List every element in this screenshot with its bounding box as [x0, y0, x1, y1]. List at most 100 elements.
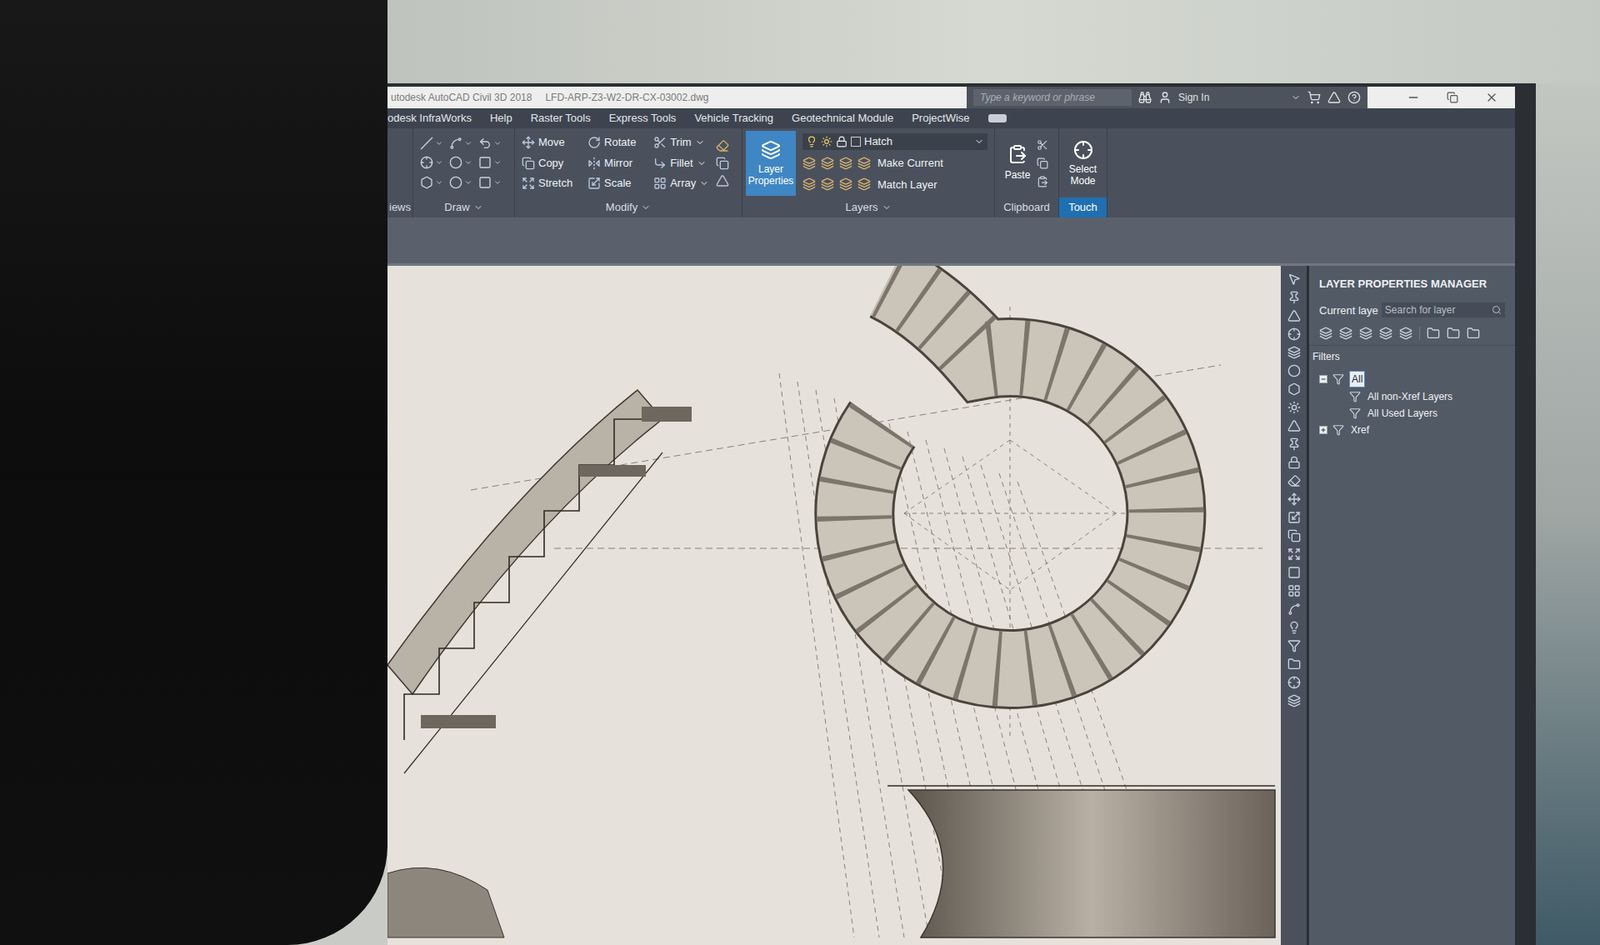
tree-item[interactable]: All Used Layers: [1319, 405, 1515, 421]
menu-item[interactable]: ProjectWise: [911, 110, 970, 127]
explode-icon[interactable]: [715, 156, 730, 170]
collapse-icon[interactable]: [1319, 375, 1328, 384]
select-mode-button[interactable]: Select Mode: [1059, 128, 1107, 198]
toolbar-tool-icon[interactable]: [1287, 400, 1301, 415]
layer-tool-icon[interactable]: [839, 156, 853, 170]
menu-item[interactable]: odesk InfraWorks: [387, 110, 472, 127]
panel-tool-icon[interactable]: [1319, 326, 1333, 340]
toolbar-tool-icon[interactable]: [1287, 602, 1301, 616]
cart-icon[interactable]: [1307, 90, 1321, 105]
draw-tool[interactable]: [449, 174, 479, 191]
erase-icon[interactable]: [715, 139, 730, 153]
layer-tool-icon[interactable]: [820, 177, 835, 191]
layer-action[interactable]: Make Current: [877, 155, 944, 172]
toolbar-tool-icon[interactable]: [1287, 657, 1301, 671]
menu-item[interactable]: Geotechnical Module: [791, 110, 894, 127]
warning-icon[interactable]: [1327, 90, 1341, 105]
panel-tool-icon[interactable]: [1339, 326, 1353, 340]
toolbar-tool-icon[interactable]: [1287, 364, 1301, 378]
layer-tool-icon[interactable]: [857, 177, 871, 191]
panel-tool-icon[interactable]: [1359, 326, 1373, 340]
toolbar-tool-icon[interactable]: [1287, 290, 1301, 305]
menu-item[interactable]: Raster Tools: [530, 110, 591, 127]
menu-item[interactable]: Express Tools: [609, 110, 677, 127]
help-icon[interactable]: [1347, 90, 1361, 105]
sign-in-button[interactable]: Sign In: [1178, 90, 1210, 105]
ribbon-group-label[interactable]: Modify: [515, 197, 742, 218]
modify-tool[interactable]: Copy: [521, 155, 578, 172]
toolbar-tool-icon[interactable]: [1287, 675, 1301, 690]
draw-tool[interactable]: [478, 174, 508, 191]
restore-icon[interactable]: [1446, 91, 1459, 104]
modify-tool[interactable]: Array: [653, 175, 710, 192]
toolbar-tool-icon[interactable]: [1287, 272, 1301, 286]
layer-dropdown[interactable]: Hatch: [802, 133, 988, 150]
layer-tool-icon[interactable]: [839, 177, 853, 191]
ribbon-group-label[interactable]: Draw: [413, 197, 515, 218]
close-icon[interactable]: [1485, 90, 1499, 105]
chevron-icon[interactable]: [1290, 92, 1301, 103]
panel-tool-icon[interactable]: [1399, 326, 1413, 340]
modify-tool[interactable]: Stretch: [521, 175, 578, 192]
ribbon-group-label[interactable]: Layers: [742, 197, 995, 218]
toolbar-tool-icon[interactable]: [1287, 309, 1301, 323]
draw-tool[interactable]: [478, 155, 508, 172]
toolbar-tool-icon[interactable]: [1287, 419, 1301, 433]
layer-tool-icon[interactable]: [820, 156, 835, 170]
toolbar-tool-icon[interactable]: [1287, 620, 1301, 635]
panel-tool-icon[interactable]: [1466, 326, 1480, 340]
menu-item[interactable]: Help: [490, 110, 513, 127]
toolbar-tool-icon[interactable]: [1287, 547, 1301, 561]
expand-icon[interactable]: [1319, 425, 1328, 435]
panel-tool-icon[interactable]: [1426, 326, 1440, 340]
paste-button[interactable]: Paste: [1005, 144, 1031, 183]
layer-properties-button[interactable]: Layer Properties: [745, 130, 796, 196]
draw-tool[interactable]: [420, 174, 450, 191]
tree-item[interactable]: Xref: [1319, 422, 1515, 438]
toolbar-tool-icon[interactable]: [1287, 529, 1301, 543]
modify-tool[interactable]: Move: [521, 134, 578, 151]
draw-tool[interactable]: [478, 135, 508, 152]
toolbar-tool-icon[interactable]: [1287, 345, 1301, 360]
tree-item[interactable]: All: [1319, 370, 1515, 388]
toolbar-tool-icon[interactable]: [1287, 565, 1301, 580]
toolbar-tool-icon[interactable]: [1287, 510, 1301, 525]
ribbon-group-label[interactable]: iews: [387, 197, 413, 218]
toolbar-tool-icon[interactable]: [1287, 327, 1301, 341]
minimize-icon[interactable]: [1406, 90, 1420, 105]
draw-tool[interactable]: [420, 155, 450, 172]
copy-icon[interactable]: [1036, 157, 1049, 170]
layer-tool-icon[interactable]: [857, 156, 871, 170]
draw-tool[interactable]: [449, 135, 479, 152]
offset-icon[interactable]: [715, 174, 730, 188]
layer-search-field[interactable]: Search for layer: [1381, 302, 1505, 318]
panel-tool-icon[interactable]: [1446, 326, 1460, 340]
panel-tool-icon[interactable]: [1379, 326, 1393, 340]
draw-tool[interactable]: [420, 135, 450, 152]
ribbon-group-label[interactable]: Clipboard: [995, 197, 1059, 218]
modify-tool[interactable]: Fillet: [653, 155, 710, 172]
layer-tool-icon[interactable]: [802, 177, 816, 191]
search-field[interactable]: Type a keyword or phrase: [973, 89, 1132, 106]
toolbar-tool-icon[interactable]: [1287, 584, 1301, 598]
match-icon[interactable]: [1036, 175, 1049, 188]
toolbar-tool-icon[interactable]: [1287, 474, 1301, 488]
modify-tool[interactable]: Scale: [587, 175, 644, 192]
modify-tool[interactable]: Rotate: [587, 134, 644, 151]
menu-item[interactable]: Vehicle Tracking: [694, 110, 774, 127]
toolbar-tool-icon[interactable]: [1287, 382, 1301, 396]
layer-tool-icon[interactable]: [802, 156, 816, 170]
layer-action[interactable]: Match Layer: [877, 176, 938, 194]
cut-icon[interactable]: [1036, 139, 1049, 151]
toolbar-tool-icon[interactable]: [1287, 437, 1301, 451]
ribbon-group-label[interactable]: Touch: [1059, 197, 1107, 218]
tree-item[interactable]: All non-Xref Layers: [1319, 389, 1515, 405]
workspace-toggle[interactable]: [988, 114, 1007, 123]
toolbar-tool-icon[interactable]: [1287, 639, 1301, 653]
toolbar-tool-icon[interactable]: [1287, 492, 1301, 506]
modify-tool[interactable]: Mirror: [587, 155, 644, 172]
drawing-canvas[interactable]: [387, 265, 1281, 945]
toolbar-tool-icon[interactable]: [1287, 694, 1301, 708]
modify-tool[interactable]: Trim: [653, 134, 710, 151]
binoculars-icon[interactable]: [1138, 90, 1152, 105]
